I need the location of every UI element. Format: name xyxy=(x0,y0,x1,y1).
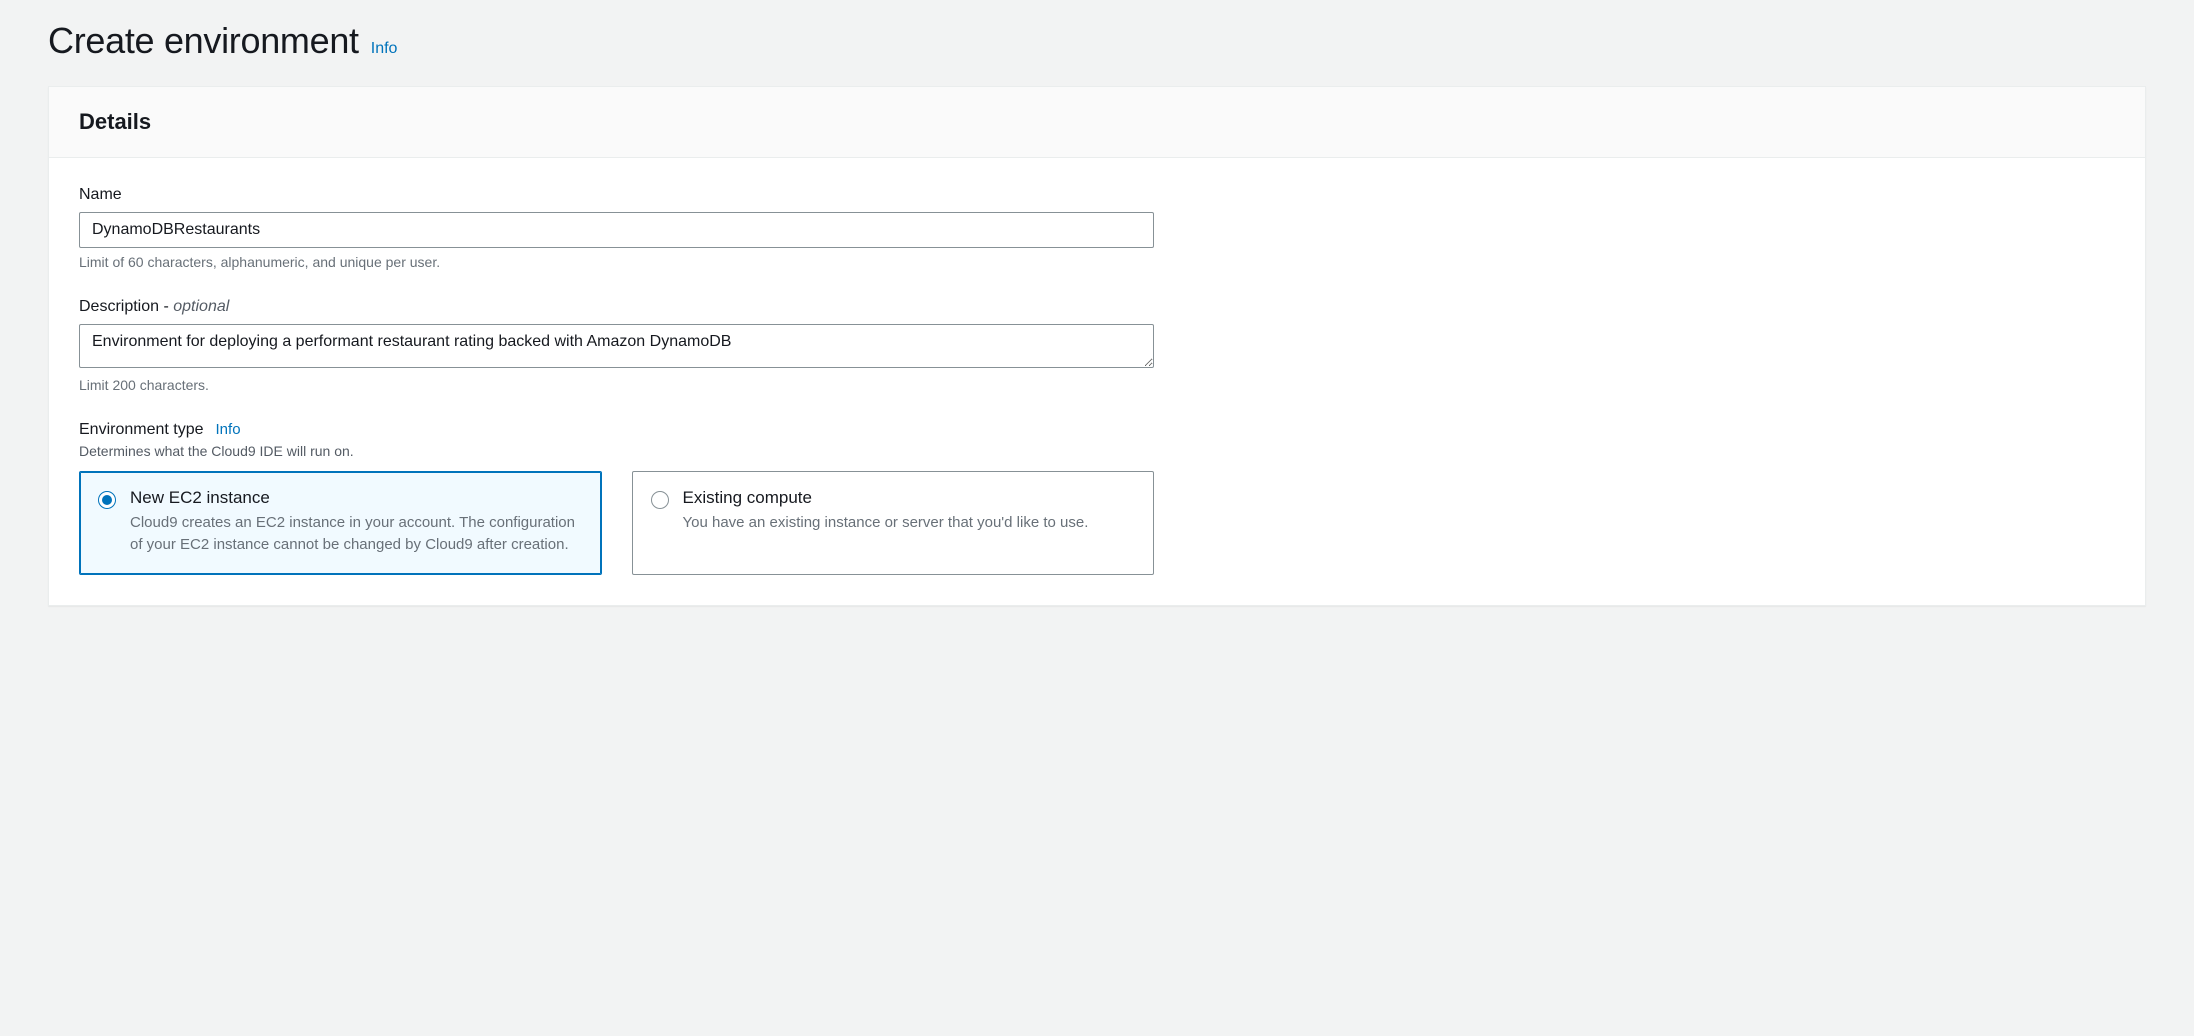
name-label: Name xyxy=(79,186,2115,204)
env-type-option-new-ec2[interactable]: New EC2 instance Cloud9 creates an EC2 i… xyxy=(79,471,602,575)
tile-title: Existing compute xyxy=(683,488,1136,508)
description-label-optional: optional xyxy=(173,298,229,315)
env-type-option-existing-compute[interactable]: Existing compute You have an existing in… xyxy=(632,471,1155,575)
page-header: Create environment Info xyxy=(48,20,2146,62)
tile-content: New EC2 instance Cloud9 creates an EC2 i… xyxy=(130,488,583,556)
page-title: Create environment xyxy=(48,20,359,62)
description-label-main: Description - xyxy=(79,298,173,315)
name-group: Name Limit of 60 characters, alphanumeri… xyxy=(79,186,2115,270)
tile-title: New EC2 instance xyxy=(130,488,583,508)
radio-icon xyxy=(651,491,669,509)
panel-title: Details xyxy=(79,109,2115,135)
tile-content: Existing compute You have an existing in… xyxy=(683,488,1136,556)
description-help-text: Limit 200 characters. xyxy=(79,377,2115,393)
env-type-label-row: Environment type Info xyxy=(79,421,2115,439)
tile-desc: Cloud9 creates an EC2 instance in your a… xyxy=(130,512,583,556)
radio-icon xyxy=(98,491,116,509)
description-group: Description - optional Environment for d… xyxy=(79,298,2115,393)
panel-header: Details xyxy=(49,87,2145,158)
description-input[interactable]: Environment for deploying a performant r… xyxy=(79,324,1154,368)
panel-body: Name Limit of 60 characters, alphanumeri… xyxy=(49,158,2145,605)
name-input[interactable] xyxy=(79,212,1154,248)
name-help-text: Limit of 60 characters, alphanumeric, an… xyxy=(79,254,2115,270)
details-panel: Details Name Limit of 60 characters, alp… xyxy=(48,86,2146,606)
env-type-label: Environment type xyxy=(79,421,204,439)
tile-desc: You have an existing instance or server … xyxy=(683,512,1136,534)
env-type-options: New EC2 instance Cloud9 creates an EC2 i… xyxy=(79,471,1154,575)
env-type-group: Environment type Info Determines what th… xyxy=(79,421,2115,575)
env-type-info-link[interactable]: Info xyxy=(216,421,241,438)
env-type-sublabel: Determines what the Cloud9 IDE will run … xyxy=(79,443,2115,459)
page-root: Create environment Info Details Name Lim… xyxy=(0,0,2194,654)
description-label: Description - optional xyxy=(79,298,2115,316)
header-info-link[interactable]: Info xyxy=(371,40,398,58)
